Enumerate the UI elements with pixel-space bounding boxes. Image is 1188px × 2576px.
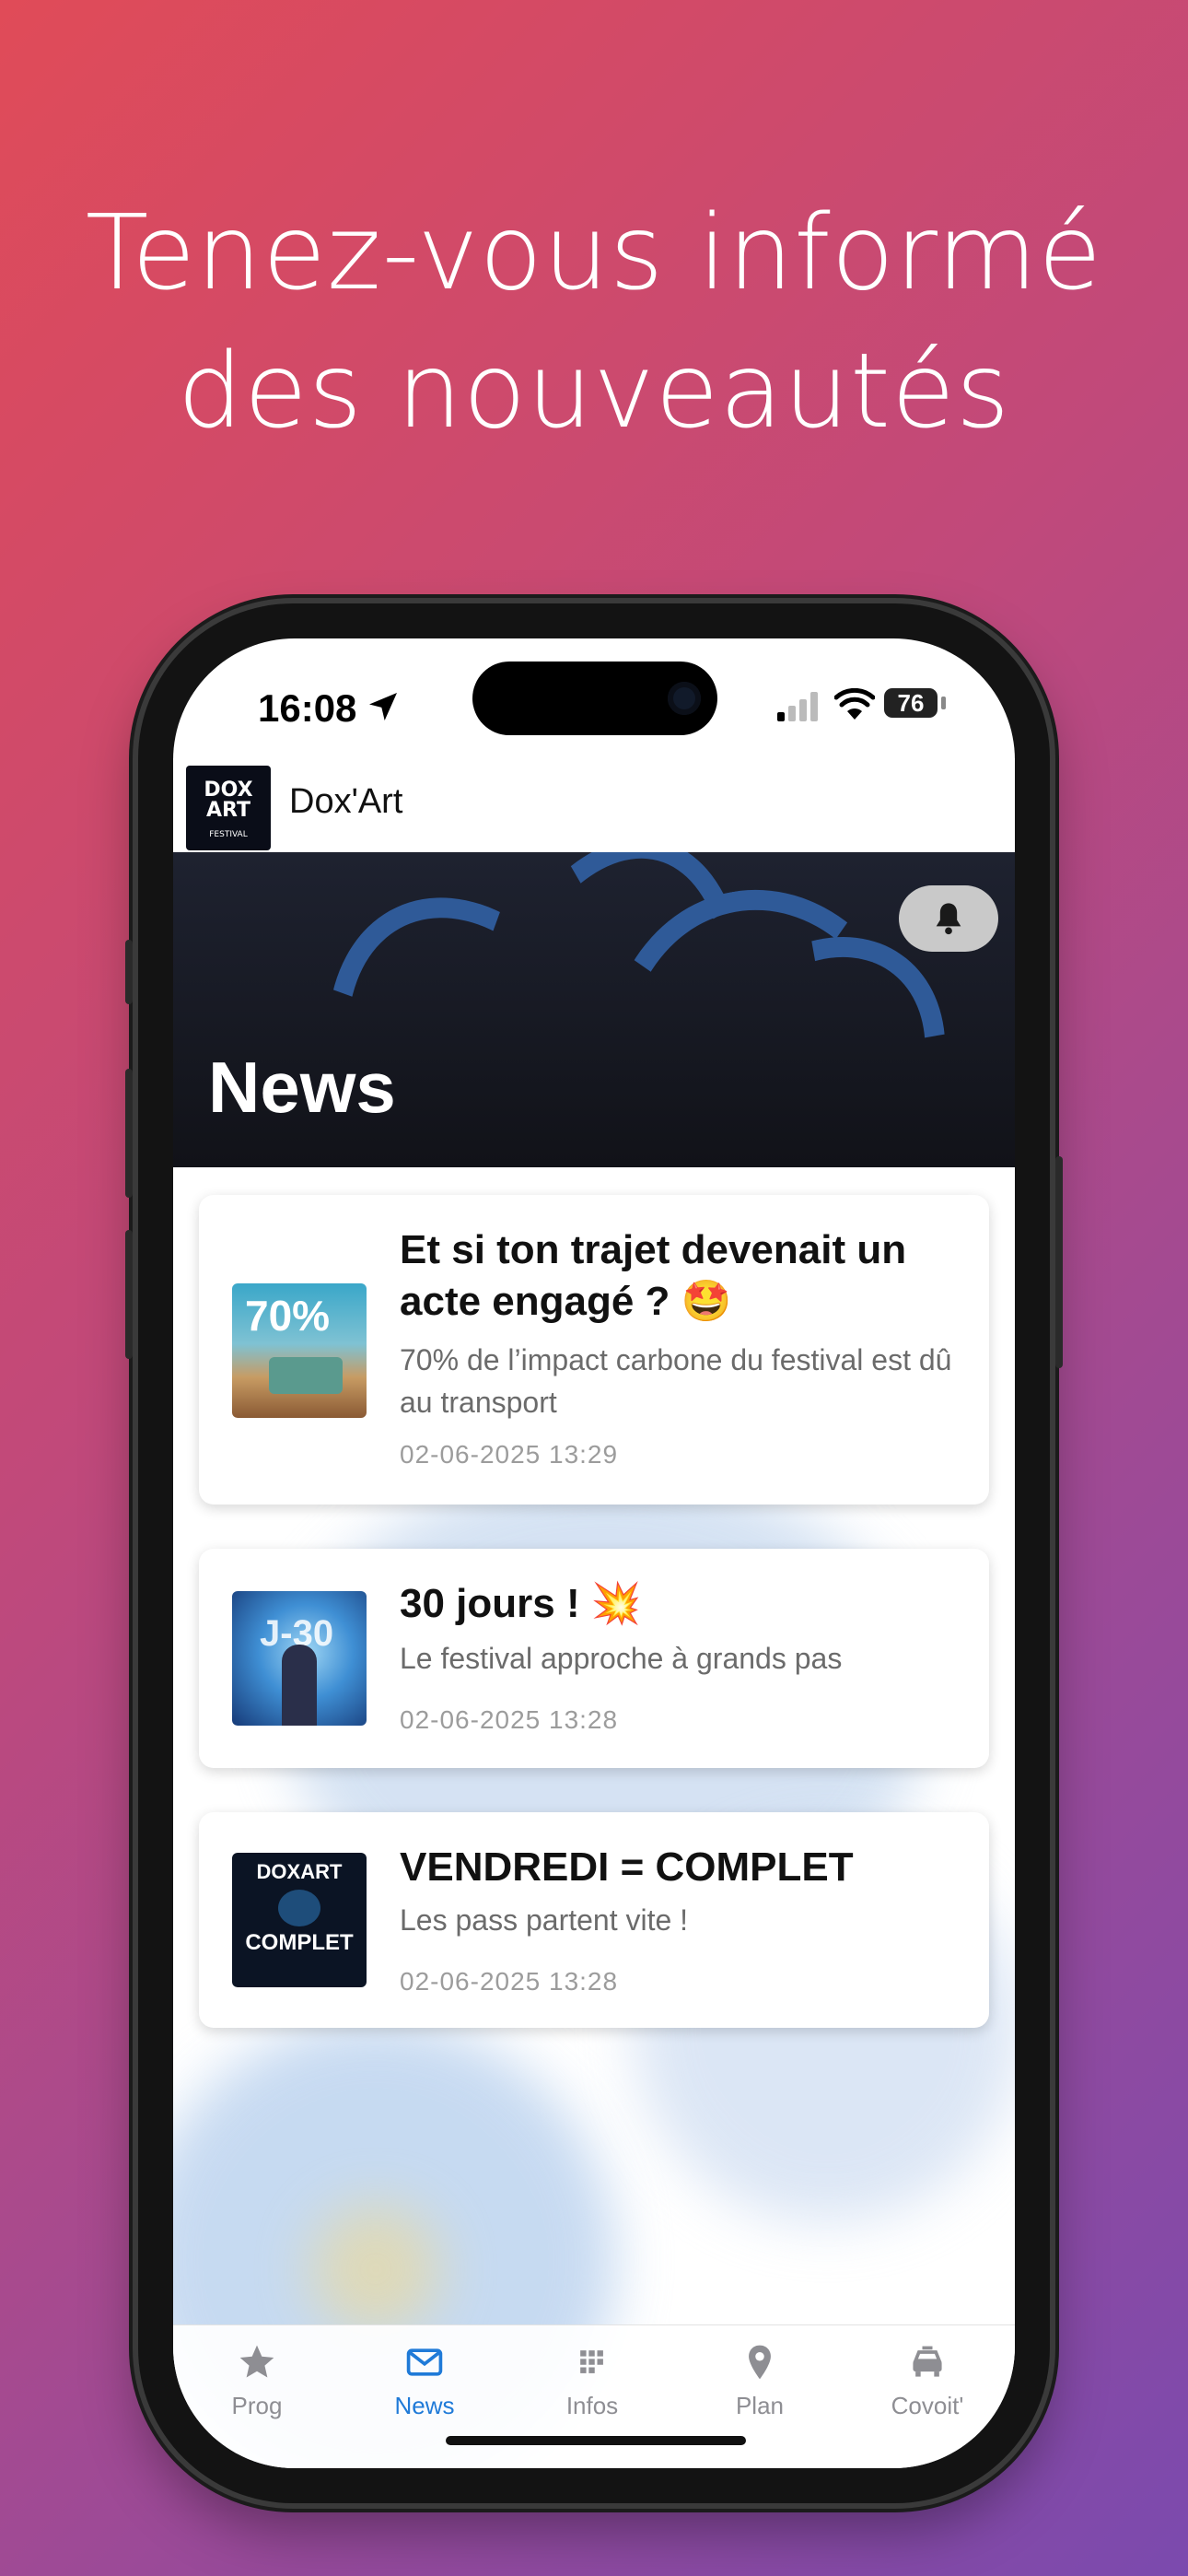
car-icon: [913, 2346, 942, 2377]
tab-label: Plan: [735, 2392, 785, 2419]
mute-switch: [125, 940, 133, 1004]
logo-text-art: ART: [206, 799, 250, 822]
app-bar: DOX ART FESTIVAL Dox'Art: [173, 758, 1015, 852]
news-list: 70% Et si ton trajet devenait un acte en…: [173, 1167, 1015, 2324]
logo-text-dox: DOX: [204, 779, 253, 802]
cellular-signal-icon: [777, 692, 818, 721]
mail-icon: [406, 2348, 443, 2376]
news-thumbnail: 70%: [232, 1283, 367, 1418]
status-bar: 16:08 76: [173, 638, 1015, 758]
tab-label: Covoit': [891, 2392, 964, 2419]
promo-headline-line2: des nouveautés: [177, 332, 1011, 451]
thumbnail-octopus: [278, 1890, 320, 1926]
news-title: Et si ton trajet devenait un acte engagé…: [400, 1227, 907, 1324]
news-card[interactable]: 70% Et si ton trajet devenait un acte en…: [199, 1195, 989, 1505]
app-title: Dox'Art: [289, 782, 403, 821]
news-date: 02-06-2025 13:28: [400, 1705, 619, 1734]
tab-label: Prog: [231, 2392, 283, 2419]
volume-up-button: [125, 1069, 133, 1198]
news-date: 02-06-2025 13:29: [400, 1440, 619, 1469]
battery-indicator: 76: [884, 688, 938, 718]
app-logo: DOX ART FESTIVAL: [186, 766, 271, 850]
star-icon: [239, 2345, 274, 2378]
promo-headline: Tenez-vous informé des nouveautés: [0, 184, 1188, 461]
phone-screen: 16:08 76 DOX ART FESTIVAL Dox'Art News 7…: [173, 638, 1015, 2468]
bell-icon: [936, 903, 961, 935]
news-hero-banner: News: [173, 852, 1015, 1167]
tab-infos[interactable]: Infos: [508, 2342, 676, 2420]
location-arrow-icon: [369, 693, 397, 720]
tab-plan[interactable]: Plan: [676, 2342, 844, 2420]
tab-prog[interactable]: Prog: [173, 2342, 341, 2420]
news-subtitle: 70% de l’impact carbone du festival est …: [400, 1343, 952, 1419]
thumbnail-person: [282, 1645, 317, 1726]
thumbnail-text: DOXART: [256, 1860, 343, 1883]
camera-icon: [668, 682, 701, 715]
status-time: 16:08: [258, 686, 357, 730]
bottom-tab-bar: Prog News Infos Plan Covoit': [173, 2324, 1015, 2468]
news-subtitle: Le festival approche à grands pas: [400, 1642, 843, 1675]
home-indicator: [446, 2436, 746, 2445]
notifications-button[interactable]: [899, 885, 998, 952]
power-button: [1055, 1156, 1063, 1368]
tab-label: News: [394, 2392, 455, 2419]
thumbnail-text: COMPLET: [245, 1930, 354, 1955]
news-card[interactable]: J-30 30 jours ! 💥 Le festival approche à…: [199, 1549, 989, 1768]
pin-icon: [749, 2345, 771, 2380]
battery-cap: [941, 697, 946, 709]
news-thumbnail: J-30: [232, 1591, 367, 1726]
news-date: 02-06-2025 13:28: [400, 1967, 619, 1996]
page-title: News: [208, 1047, 396, 1128]
phone-frame: 16:08 76 DOX ART FESTIVAL Dox'Art News 7…: [125, 603, 1063, 2503]
wifi-icon: [834, 688, 875, 720]
promo-headline-line1: Tenez-vous informé: [85, 193, 1103, 313]
volume-down-button: [125, 1230, 133, 1359]
thumbnail-vehicle: [269, 1357, 343, 1394]
dynamic-island: [472, 662, 717, 735]
news-title: 30 jours ! 💥: [400, 1581, 642, 1626]
thumbnail-text: 70%: [245, 1292, 331, 1340]
news-thumbnail: DOXART COMPLET: [232, 1853, 367, 1987]
news-title: VENDREDI = COMPLET: [400, 1844, 854, 1890]
news-card[interactable]: DOXART COMPLET VENDREDI = COMPLET Les pa…: [199, 1812, 989, 2028]
logo-text-festival: FESTIVAL: [209, 830, 248, 839]
news-subtitle: Les pass partent vite !: [400, 1903, 689, 1937]
tab-label: Infos: [565, 2392, 619, 2419]
tab-news[interactable]: News: [341, 2342, 508, 2420]
grid-icon: [580, 2350, 603, 2373]
tab-covoit[interactable]: Covoit': [844, 2342, 1011, 2420]
